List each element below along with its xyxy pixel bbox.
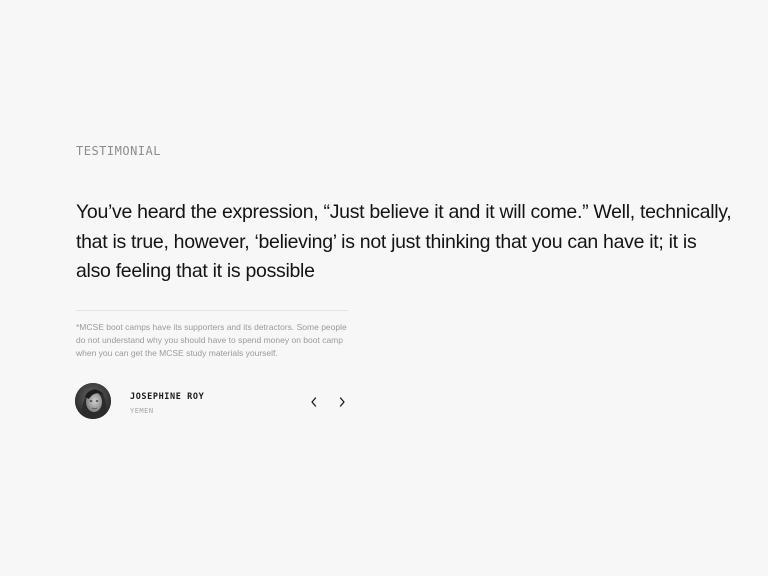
testimonial-quote: You’ve heard the expression, “Just belie… xyxy=(76,201,732,282)
author-row: JOSEPHINE ROY YEMEN xyxy=(75,382,350,419)
next-button[interactable] xyxy=(334,394,350,410)
testimonial-section: TESTIMONIAL You’ve heard the expression,… xyxy=(75,143,736,419)
prev-button[interactable] xyxy=(306,394,322,410)
avatar xyxy=(75,382,111,419)
author-country: YEMEN xyxy=(130,406,154,415)
testimonial-note: *MCSE boot camps have its supporters and… xyxy=(76,321,347,358)
author-name: JOSEPHINE ROY xyxy=(130,391,205,402)
divider xyxy=(76,309,348,311)
chevron-right-icon xyxy=(339,396,345,407)
section-eyebrow: TESTIMONIAL xyxy=(76,144,161,158)
chevron-left-icon xyxy=(311,396,317,407)
